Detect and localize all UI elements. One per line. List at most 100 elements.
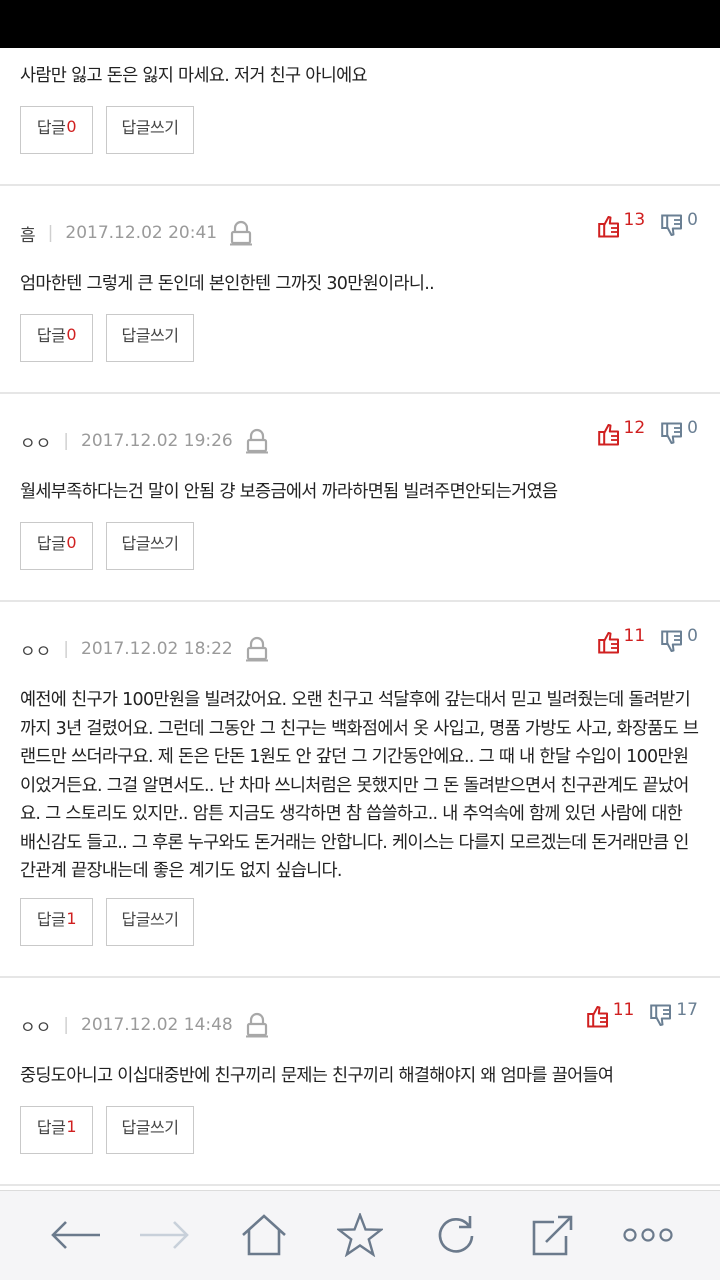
- meta-divider: |: [47, 223, 54, 243]
- bookmark-button[interactable]: [332, 1211, 388, 1263]
- comment-date: 2017.12.02 14:48: [81, 1015, 233, 1035]
- reply-count: 0: [66, 532, 77, 552]
- comment-meta: 흠 | 2017.12.02 20:41: [20, 218, 253, 248]
- comment-author: ㅇㅇ: [20, 1017, 52, 1038]
- comment-text: 엄마한텐 그렇게 큰 돈인데 본인한텐 그까짓 30만원이라니..: [20, 274, 435, 294]
- comment-item: ㅇㅇ | 2017.12.02 14:48 11 17 중딩도아니고 이십대중반…: [0, 978, 720, 1186]
- more-icon: [622, 1227, 674, 1247]
- like-button[interactable]: 11: [586, 1000, 634, 1033]
- lock-icon: [229, 220, 253, 246]
- comment-text: 사람만 잃고 돈은 잃지 마세요. 저거 친구 아니에요: [20, 66, 368, 86]
- write-reply-button[interactable]: 답글쓰기: [106, 314, 194, 362]
- dislike-count: 0: [687, 626, 698, 646]
- forward-icon: [138, 1219, 190, 1255]
- thumbs-up-icon: [597, 630, 620, 659]
- browser-nav-bar: [0, 1190, 720, 1280]
- dislike-count: 0: [687, 210, 698, 230]
- comment-date: 2017.12.02 18:22: [81, 639, 233, 659]
- meta-divider: |: [63, 431, 70, 451]
- share-icon: [530, 1214, 574, 1260]
- comment-list: 사람만 잃고 돈은 잃지 마세요. 저거 친구 아니에요 답글 0 답글쓰기 흠 …: [0, 48, 720, 1190]
- comment-meta: ㅇㅇ | 2017.12.02 19:26: [20, 426, 269, 456]
- share-button[interactable]: [524, 1211, 580, 1263]
- like-button[interactable]: 12: [597, 418, 645, 451]
- thumbs-down-icon: [661, 630, 683, 659]
- meta-divider: |: [63, 639, 70, 659]
- reply-count-button[interactable]: 답글 0: [20, 314, 93, 362]
- comment-meta: ㅇㅇ | 2017.12.02 14:48: [20, 1010, 269, 1040]
- like-count: 13: [623, 210, 646, 230]
- write-reply-label: 답글쓰기: [121, 1118, 179, 1137]
- like-button[interactable]: 13: [597, 210, 645, 243]
- bookmark-star-icon: [335, 1211, 385, 1261]
- thumbs-down-icon: [650, 1004, 672, 1033]
- lock-icon: [245, 428, 269, 454]
- write-reply-label: 답글쓰기: [121, 326, 179, 345]
- comment-author: 흠: [20, 225, 36, 246]
- home-icon: [241, 1214, 287, 1260]
- thumbs-down-icon: [661, 214, 683, 243]
- comment-author: ㅇㅇ: [20, 433, 52, 454]
- like-count: 11: [612, 1000, 635, 1020]
- back-button[interactable]: [48, 1211, 104, 1263]
- more-button[interactable]: [620, 1211, 676, 1263]
- reply-count-button[interactable]: 답글 1: [20, 1106, 93, 1154]
- refresh-icon: [435, 1214, 477, 1260]
- vote-area: 11 0: [597, 626, 698, 664]
- reply-count-button[interactable]: 답글 0: [20, 106, 93, 154]
- lock-icon: [245, 1012, 269, 1038]
- dislike-button[interactable]: 17: [650, 1000, 698, 1033]
- meta-divider: |: [63, 1015, 70, 1035]
- dislike-count: 17: [676, 1000, 698, 1020]
- vote-area: 13 0: [597, 210, 698, 248]
- like-button[interactable]: 11: [597, 626, 645, 659]
- dislike-button[interactable]: 0: [661, 210, 698, 243]
- thumbs-up-icon: [597, 214, 620, 243]
- write-reply-label: 답글쓰기: [121, 910, 179, 929]
- dislike-count: 0: [687, 418, 698, 438]
- reply-count: 1: [66, 1116, 77, 1136]
- write-reply-button[interactable]: 답글쓰기: [106, 522, 194, 570]
- dislike-button[interactable]: 0: [661, 626, 698, 659]
- comment-date: 2017.12.02 20:41: [65, 223, 218, 243]
- comment-item: ㅇㅇ | 2017.12.02 18:22 11 0 예전에 친구가 100만원…: [0, 602, 720, 978]
- vote-area: 11 17: [586, 1000, 698, 1038]
- comment-meta: ㅇㅇ | 2017.12.02 18:22: [20, 634, 269, 664]
- reply-label: 답글: [36, 910, 66, 929]
- comment-item: 흠 | 2017.12.02 20:41 13 0 엄마한텐 그렇게 큰 돈인데…: [0, 186, 720, 394]
- reply-count: 0: [66, 116, 77, 136]
- like-count: 12: [623, 418, 646, 438]
- reply-label: 답글: [36, 326, 66, 345]
- reply-count: 1: [66, 908, 77, 928]
- reply-label: 답글: [36, 534, 66, 553]
- comment-text: 중딩도아니고 이십대중반에 친구끼리 문제는 친구끼리 해결해야지 왜 엄마를 …: [20, 1066, 614, 1086]
- lock-icon: [245, 636, 269, 662]
- home-button[interactable]: [236, 1211, 292, 1263]
- comment-item: 사람만 잃고 돈은 잃지 마세요. 저거 친구 아니에요 답글 0 답글쓰기: [0, 48, 720, 186]
- vote-area: 12 0: [597, 418, 698, 456]
- thumbs-down-icon: [661, 422, 683, 451]
- write-reply-label: 답글쓰기: [121, 534, 179, 553]
- comment-date: 2017.12.02 19:26: [81, 431, 233, 451]
- write-reply-button[interactable]: 답글쓰기: [106, 106, 194, 154]
- like-count: 11: [623, 626, 646, 646]
- status-bar: [0, 0, 720, 48]
- write-reply-button[interactable]: 답글쓰기: [106, 1106, 194, 1154]
- comment-author: ㅇㅇ: [20, 641, 52, 662]
- back-icon: [50, 1219, 102, 1255]
- comment-text: 월세부족하다는건 말이 안됨 걍 보증금에서 까라하면됨 빌려주면안되는거였음: [20, 482, 558, 502]
- reply-count-button[interactable]: 답글 0: [20, 522, 93, 570]
- write-reply-label: 답글쓰기: [121, 118, 179, 137]
- thumbs-up-icon: [597, 422, 620, 451]
- reply-label: 답글: [36, 118, 66, 137]
- dislike-button[interactable]: 0: [661, 418, 698, 451]
- reply-label: 답글: [36, 1118, 66, 1137]
- reply-count-button[interactable]: 답글 1: [20, 898, 93, 946]
- comment-text: 예전에 친구가 100만원을 빌려갔어요. 오랜 친구고 석달후에 갚는대서 믿…: [20, 690, 699, 881]
- write-reply-button[interactable]: 답글쓰기: [106, 898, 194, 946]
- thumbs-up-icon: [586, 1004, 609, 1033]
- forward-button[interactable]: [136, 1211, 192, 1263]
- reply-count: 0: [66, 324, 77, 344]
- comment-item: ㅇㅇ | 2017.12.02 19:26 12 0 월세부족하다는건 말이 안…: [0, 394, 720, 602]
- refresh-button[interactable]: [428, 1211, 484, 1263]
